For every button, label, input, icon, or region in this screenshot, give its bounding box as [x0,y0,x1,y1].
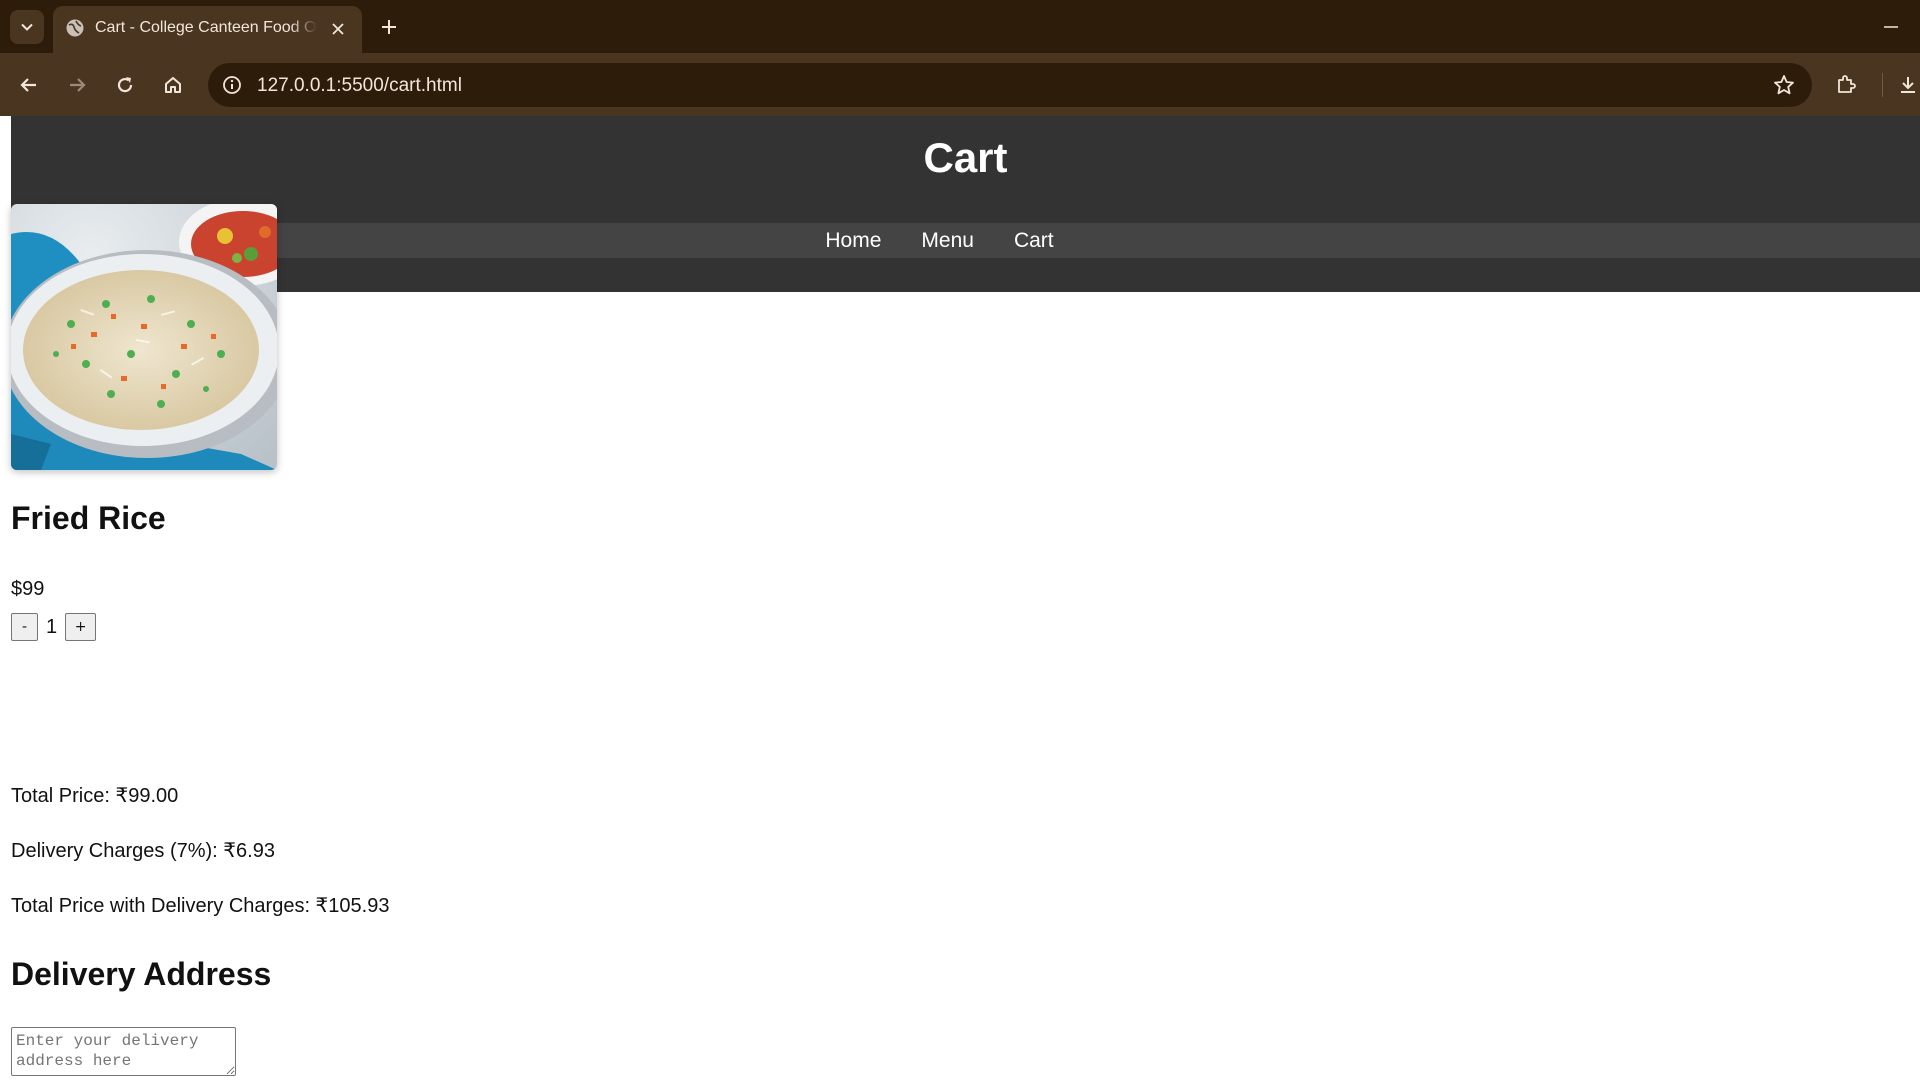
close-tab-button[interactable] [326,17,350,41]
delivery-address-heading: Delivery Address [11,956,272,992]
grand-total: Total Price with Delivery Charges: ₹105.… [11,895,390,917]
fried-rice-image [11,204,277,470]
toolbar-divider [1882,73,1883,97]
address-bar[interactable]: 127.0.0.1:5500/cart.html [208,63,1812,107]
plus-icon [382,20,396,34]
web-page: Cart Home Menu Cart [0,116,1920,1080]
globe-icon [66,19,84,37]
downloads-button[interactable] [1896,67,1920,103]
item-price: $99 [11,578,45,600]
total-price: Total Price: ₹99.00 [11,785,179,807]
tab-list-button[interactable] [10,10,44,44]
decrease-quantity-button[interactable]: - [11,613,38,641]
back-button[interactable] [11,67,47,103]
minimize-icon [1884,26,1898,28]
delivery-charges: Delivery Charges (7%): ₹6.93 [11,840,275,862]
extensions-icon [1838,75,1856,93]
star-icon [1774,75,1794,95]
quantity-value: 1 [46,615,58,638]
page-title: Cart [923,134,1008,181]
quantity-stepper: - 1 + [11,612,97,642]
main-nav: Home Menu Cart [11,223,1920,258]
browser-toolbar: 127.0.0.1:5500/cart.html [0,53,1920,116]
nav-link-cart[interactable]: Cart [1014,229,1054,253]
home-button[interactable] [155,67,191,103]
minimize-window-button[interactable] [1874,14,1908,40]
active-tab[interactable]: Cart - College Canteen Food Ordering [53,6,362,53]
item-name: Fried Rice [11,500,166,536]
nav-link-menu[interactable]: Menu [921,229,974,253]
new-tab-button[interactable] [374,12,404,42]
browser-tab-bar: Cart - College Canteen Food Ordering [0,0,1920,53]
extensions-button[interactable] [1828,67,1864,103]
nav-link-home[interactable]: Home [825,229,881,253]
bookmark-button[interactable] [1770,71,1798,99]
url-text[interactable]: 127.0.0.1:5500/cart.html [257,75,462,97]
download-icon [1901,77,1915,93]
forward-button[interactable] [59,67,95,103]
close-icon [332,23,344,35]
fried-rice-photo [11,204,277,470]
reload-button[interactable] [107,67,143,103]
reload-icon [117,77,133,93]
site-header: Cart Home Menu Cart [11,116,1920,292]
chevron-down-icon [21,23,33,31]
back-icon [20,78,36,92]
home-icon [165,77,181,93]
info-icon [223,76,241,94]
site-info-button[interactable] [218,71,246,99]
tab-title: Cart - College Canteen Food Ordering [95,19,317,36]
forward-icon [70,78,86,92]
increase-quantity-button[interactable]: + [65,613,97,641]
delivery-address-input[interactable] [11,1027,236,1076]
